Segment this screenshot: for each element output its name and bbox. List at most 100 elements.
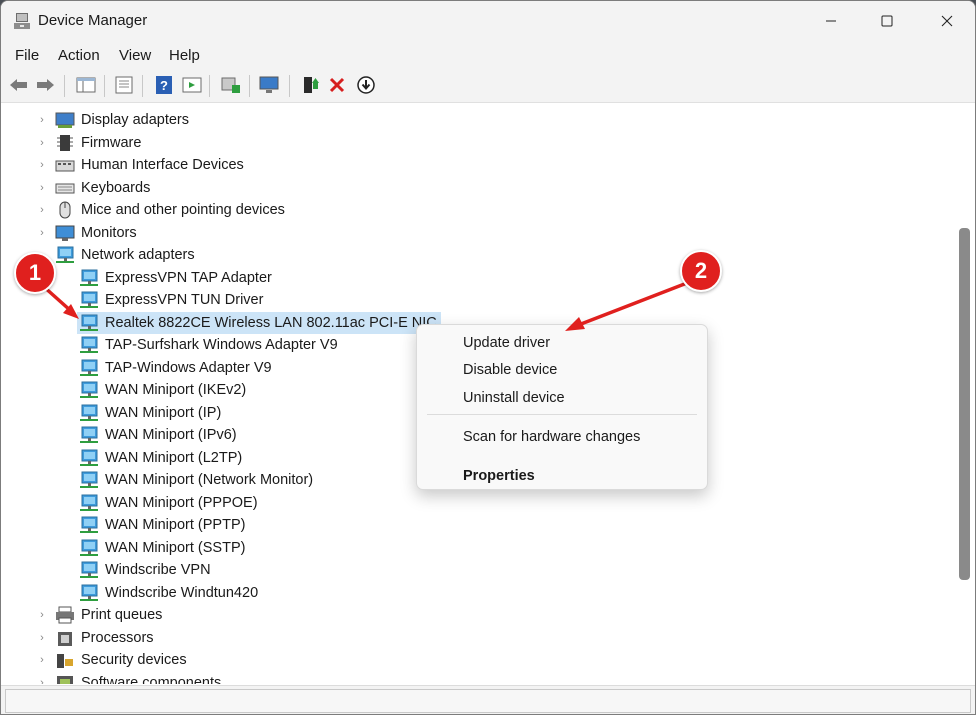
- tree-item-label: WAN Miniport (L2TP): [105, 449, 243, 466]
- tree-item-label: WAN Miniport (Network Monitor): [105, 472, 314, 488]
- tree-item-label: Human Interface Devices: [81, 157, 244, 173]
- tree-category[interactable]: Display adapters: [55, 109, 189, 131]
- toolbar-separator: [104, 75, 105, 97]
- network-adapter-icon: [80, 269, 98, 286]
- tree-device-item[interactable]: WAN Miniport (IP): [79, 402, 221, 424]
- tree-category[interactable]: Software components: [55, 672, 222, 685]
- monitor-icon: [55, 225, 75, 241]
- expand-chevron-icon[interactable]: ›: [37, 222, 47, 244]
- tree-device-item[interactable]: ExpressVPN TAP Adapter: [79, 267, 272, 289]
- tree-device-item[interactable]: Realtek 8822CE Wireless LAN 802.11ac PCI…: [77, 311, 441, 334]
- expand-chevron-icon[interactable]: ›: [37, 672, 47, 685]
- expand-chevron-icon[interactable]: ›: [37, 199, 47, 221]
- tree-item-label: Print queues: [81, 607, 163, 623]
- title-bar[interactable]: Device Manager: [1, 1, 975, 41]
- expand-chevron-icon[interactable]: ›: [37, 109, 47, 131]
- menu-file[interactable]: File: [15, 47, 39, 64]
- tree-item-label: WAN Miniport (IKEv2): [105, 382, 247, 398]
- update-driver-button[interactable]: [300, 74, 322, 96]
- network-adapter-icon: [80, 494, 98, 511]
- menu-action[interactable]: Action: [58, 47, 100, 64]
- tree-category[interactable]: Security devices: [55, 649, 187, 671]
- ctx-uninstall-device[interactable]: Uninstall device: [463, 390, 565, 406]
- close-button[interactable]: [917, 1, 975, 41]
- display-adapter-icon: [55, 112, 75, 128]
- tree-device-item[interactable]: TAP-Windows Adapter V9: [79, 357, 272, 379]
- expand-chevron-icon[interactable]: ›: [37, 627, 47, 649]
- uninstall-button[interactable]: [326, 74, 348, 96]
- processor-icon: [58, 631, 72, 646]
- tree-device-item[interactable]: WAN Miniport (SSTP): [79, 537, 245, 559]
- tree-item-label: Security devices: [81, 652, 187, 668]
- svg-text:?: ?: [160, 78, 168, 93]
- tree-category[interactable]: Firmware: [55, 132, 141, 154]
- tree-device-item[interactable]: Windscribe VPN: [79, 559, 211, 581]
- tree-item-label: Monitors: [81, 224, 137, 241]
- expand-chevron-icon[interactable]: ›: [37, 154, 47, 176]
- action-pane-button[interactable]: [181, 74, 203, 96]
- tree-item-label: TAP-Windows Adapter V9: [105, 359, 272, 376]
- scan-hardware-button[interactable]: [220, 74, 242, 96]
- tree-device-item[interactable]: WAN Miniport (Network Monitor): [79, 469, 313, 491]
- action-pane-icon: [182, 77, 202, 93]
- properties-button[interactable]: [113, 74, 135, 96]
- network-adapter-icon: [80, 404, 98, 421]
- update-driver-icon: [304, 77, 319, 93]
- step-2-badge: 2: [680, 250, 722, 292]
- disable-button[interactable]: [355, 74, 377, 96]
- menu-help[interactable]: Help: [169, 47, 200, 64]
- maximize-button[interactable]: [857, 1, 917, 41]
- vertical-scrollbar[interactable]: [955, 104, 975, 684]
- tree-item-label: WAN Miniport (PPTP): [105, 517, 246, 533]
- forward-button[interactable]: [34, 74, 56, 96]
- tree-item-label: Display adapters: [81, 112, 189, 128]
- tree-device-item[interactable]: Windscribe Windtun420: [79, 582, 258, 604]
- ctx-properties[interactable]: Properties: [463, 468, 535, 484]
- tree-category[interactable]: Monitors: [55, 222, 137, 244]
- tree-device-item[interactable]: WAN Miniport (PPPOE): [79, 492, 258, 514]
- tree-category[interactable]: Human Interface Devices: [55, 154, 244, 176]
- ctx-update-driver[interactable]: Update driver: [463, 335, 550, 351]
- help-icon: ?: [156, 76, 172, 94]
- expand-chevron-icon[interactable]: ›: [37, 132, 47, 154]
- menu-view[interactable]: View: [119, 47, 151, 64]
- expand-chevron-icon[interactable]: ›: [37, 177, 47, 199]
- ctx-disable-device[interactable]: Disable device: [463, 362, 557, 378]
- help-button[interactable]: ?: [153, 74, 175, 96]
- toolbar-separator: [289, 75, 290, 97]
- expand-chevron-icon[interactable]: ›: [37, 604, 47, 626]
- network-adapter-icon: [80, 561, 98, 578]
- status-field: [5, 689, 971, 713]
- tree-item-label: Mice and other pointing devices: [81, 202, 285, 218]
- tree-item-label: Windscribe VPN: [105, 562, 211, 578]
- network-adapter-icon: [80, 539, 98, 556]
- tree-device-item[interactable]: WAN Miniport (IPv6): [79, 424, 237, 446]
- mouse-icon: [59, 201, 71, 219]
- firmware-icon: [57, 134, 73, 151]
- tree-device-item[interactable]: WAN Miniport (IKEv2): [79, 379, 246, 401]
- minimize-button[interactable]: [801, 1, 861, 41]
- show-hide-console-tree-button[interactable]: [75, 74, 97, 96]
- tree-device-item[interactable]: WAN Miniport (PPTP): [79, 514, 245, 536]
- scrollbar-thumb[interactable]: [959, 228, 970, 580]
- computer-button[interactable]: [258, 74, 280, 96]
- tree-category[interactable]: Print queues: [55, 604, 162, 626]
- tree-device-item[interactable]: WAN Miniport (L2TP): [79, 447, 242, 469]
- tree-category[interactable]: Mice and other pointing devices: [55, 199, 285, 221]
- network-adapter-icon: [56, 246, 74, 263]
- tree-category[interactable]: Network adapters: [55, 244, 195, 266]
- tree-category[interactable]: Keyboards: [55, 177, 150, 199]
- tree-item-label: WAN Miniport (SSTP): [105, 539, 246, 556]
- tree-item-label: Software components: [81, 674, 222, 685]
- back-button[interactable]: [8, 74, 30, 96]
- tree-device-item[interactable]: TAP-Surfshark Windows Adapter V9: [79, 334, 338, 356]
- tree-item-label: Firmware: [81, 134, 142, 151]
- network-adapter-icon: [80, 471, 98, 488]
- expand-chevron-icon[interactable]: ›: [37, 649, 47, 671]
- context-menu: Update driver Disable device Uninstall d…: [416, 324, 708, 490]
- tree-category[interactable]: Processors: [55, 627, 154, 649]
- ctx-scan-hardware[interactable]: Scan for hardware changes: [463, 429, 640, 445]
- tree-item-label: WAN Miniport (IPv6): [105, 427, 237, 443]
- toolbar-separator: [142, 75, 143, 97]
- tree-device-item[interactable]: ExpressVPN TUN Driver: [79, 289, 263, 311]
